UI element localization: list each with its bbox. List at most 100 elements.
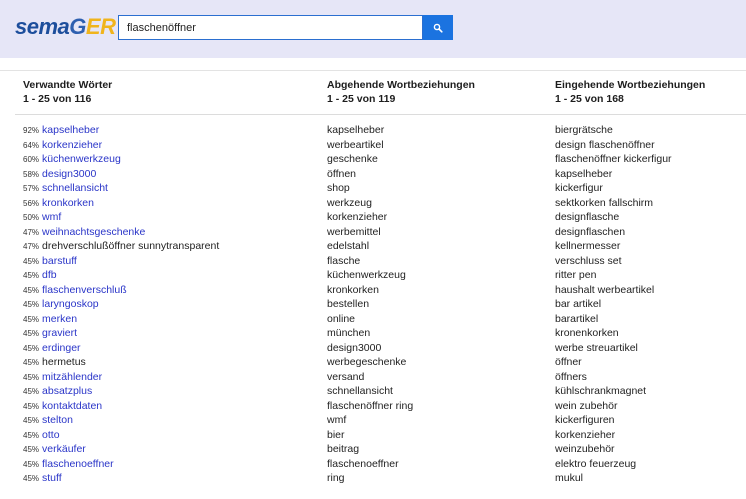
related-word-link[interactable]: flaschenoeffner bbox=[42, 458, 114, 470]
incoming-relation-item: biergrätsche bbox=[555, 124, 613, 136]
related-word-row: 47% drehverschlußöffner sunnytransparent bbox=[23, 239, 219, 254]
related-word-row: 47% weihnachtsgeschenke bbox=[23, 225, 219, 240]
related-word-link[interactable]: absatzplus bbox=[42, 385, 92, 397]
incoming-relation-item: elektro feuerzeug bbox=[555, 457, 637, 470]
related-word-link[interactable]: korkenzieher bbox=[42, 139, 102, 151]
related-word-link[interactable]: wmf bbox=[42, 211, 61, 223]
outgoing-relations-range: 1 - 25 von 119 bbox=[327, 93, 396, 105]
top-divider bbox=[0, 70, 746, 71]
related-word-row: 92% kapselheber bbox=[23, 123, 219, 138]
similarity-percent: 45% bbox=[23, 430, 40, 440]
similarity-percent: 45% bbox=[23, 372, 40, 382]
related-word-row: 45% kontaktdaten bbox=[23, 399, 219, 414]
outgoing-relation-item: werbegeschenke bbox=[327, 356, 407, 368]
related-word-row: 45% stuff bbox=[23, 471, 219, 486]
outgoing-relation-item: münchen bbox=[327, 327, 371, 339]
similarity-percent: 56% bbox=[23, 198, 40, 208]
related-word-text: hermetus bbox=[42, 356, 86, 368]
similarity-percent: 57% bbox=[23, 184, 40, 193]
outgoing-relation-item: bestellen bbox=[327, 298, 370, 310]
similarity-percent: 45% bbox=[23, 459, 40, 469]
similarity-percent: 60% bbox=[23, 155, 40, 164]
related-word-link[interactable]: dfb bbox=[42, 269, 57, 281]
similarity-percent: 45% bbox=[23, 416, 40, 425]
similarity-percent: 45% bbox=[23, 300, 40, 309]
outgoing-relation-item: design3000 bbox=[327, 341, 382, 354]
outgoing-relation-item: shop bbox=[327, 182, 350, 194]
search-button[interactable] bbox=[423, 15, 453, 40]
related-word-row: 56% kronkorken bbox=[23, 196, 219, 211]
related-word-link[interactable]: mitzählender bbox=[42, 371, 102, 383]
related-word-link[interactable]: weihnachtsgeschenke bbox=[42, 226, 145, 238]
incoming-relation-item: kapselheber bbox=[555, 167, 613, 180]
incoming-relation-item: designflasche bbox=[555, 211, 620, 223]
similarity-percent: 45% bbox=[23, 343, 40, 353]
related-word-link[interactable]: stelton bbox=[42, 414, 73, 426]
related-word-row: 45% erdinger bbox=[23, 341, 219, 356]
related-word-link[interactable]: graviert bbox=[42, 327, 77, 339]
outgoing-relation-item: wmf bbox=[327, 414, 347, 426]
logo-part-3: ER bbox=[85, 14, 116, 39]
related-word-link[interactable]: küchenwerkzeug bbox=[42, 153, 121, 165]
related-word-row: 50% wmf bbox=[23, 210, 219, 225]
similarity-percent: 45% bbox=[23, 387, 40, 396]
incoming-relation-item: mukul bbox=[555, 472, 584, 484]
related-word-row: 58% design3000 bbox=[23, 167, 219, 182]
outgoing-relations-list: kapselheber werbeartikel geschenke öffnen sh… bbox=[327, 123, 413, 486]
related-word-row: 45% absatzplus bbox=[23, 384, 219, 399]
related-word-link[interactable]: kontaktdaten bbox=[42, 400, 102, 412]
related-word-link[interactable]: schnellansicht bbox=[42, 182, 108, 194]
related-word-row: 57% schnellansicht bbox=[23, 181, 219, 196]
incoming-relation-item: korkenzieher bbox=[555, 428, 616, 441]
outgoing-relation-item: edelstahl bbox=[327, 240, 370, 252]
incoming-relation-item: barartikel bbox=[555, 312, 599, 325]
logo-part-1: sema bbox=[15, 14, 70, 39]
related-word-row: 45% flaschenoeffner bbox=[23, 457, 219, 472]
related-word-link[interactable]: laryngoskop bbox=[42, 298, 99, 310]
related-word-link[interactable]: erdinger bbox=[42, 342, 81, 354]
similarity-percent: 45% bbox=[23, 271, 40, 280]
incoming-relation-item: wein zubehör bbox=[555, 399, 618, 412]
semager-logo[interactable]: semaGER bbox=[15, 13, 116, 41]
search-input[interactable] bbox=[118, 15, 423, 40]
related-word-row: 45% hermetus bbox=[23, 355, 219, 370]
related-word-row: 45% otto bbox=[23, 428, 219, 443]
related-word-link[interactable]: design3000 bbox=[42, 168, 96, 180]
incoming-relation-item: design flaschenöffner bbox=[555, 138, 655, 151]
related-word-link[interactable]: kapselheber bbox=[42, 124, 99, 136]
related-word-link[interactable]: stuff bbox=[42, 472, 62, 484]
similarity-percent: 45% bbox=[23, 285, 40, 295]
outgoing-relation-item: öffnen bbox=[327, 167, 357, 180]
incoming-relation-item: bar artikel bbox=[555, 298, 602, 310]
related-word-link[interactable]: verkäufer bbox=[42, 443, 86, 455]
outgoing-relation-item: bier bbox=[327, 428, 345, 441]
incoming-relation-item: ritter pen bbox=[555, 269, 597, 281]
logo-part-2: G bbox=[69, 14, 86, 39]
related-word-row: 45% verkäufer bbox=[23, 442, 219, 457]
similarity-percent: 45% bbox=[23, 401, 40, 411]
related-word-link[interactable]: barstuff bbox=[42, 255, 77, 267]
incoming-relation-item: kickerfiguren bbox=[555, 414, 615, 426]
similarity-percent: 45% bbox=[23, 474, 40, 483]
related-word-link[interactable]: flaschenverschluß bbox=[42, 284, 127, 296]
incoming-relation-item: flaschenöffner kickerfigur bbox=[555, 153, 672, 165]
related-words-list: 92% kapselheber 64% korkenzieher 60% küchenwe… bbox=[23, 123, 219, 486]
incoming-relation-item: designflaschen bbox=[555, 225, 626, 238]
outgoing-relation-item: versand bbox=[327, 370, 365, 383]
incoming-relation-item: haushalt werbeartikel bbox=[555, 283, 655, 296]
related-word-row: 45% dfb bbox=[23, 268, 219, 283]
search-icon bbox=[433, 23, 443, 33]
related-word-link[interactable]: otto bbox=[42, 429, 60, 441]
related-word-row: 45% barstuff bbox=[23, 254, 219, 269]
incoming-relation-item: öffner bbox=[555, 356, 582, 368]
incoming-relation-item: verschluss set bbox=[555, 254, 622, 267]
incoming-relation-item: kellnermesser bbox=[555, 240, 621, 252]
similarity-percent: 92% bbox=[23, 126, 40, 135]
related-word-link[interactable]: kronkorken bbox=[42, 197, 94, 209]
related-word-link[interactable]: merken bbox=[42, 313, 77, 325]
related-word-row: 64% korkenzieher bbox=[23, 138, 219, 153]
outgoing-relation-item: flaschenöffner ring bbox=[327, 399, 414, 412]
similarity-percent: 47% bbox=[23, 227, 40, 237]
similarity-percent: 47% bbox=[23, 242, 40, 251]
related-word-row: 45% mitzählender bbox=[23, 370, 219, 385]
